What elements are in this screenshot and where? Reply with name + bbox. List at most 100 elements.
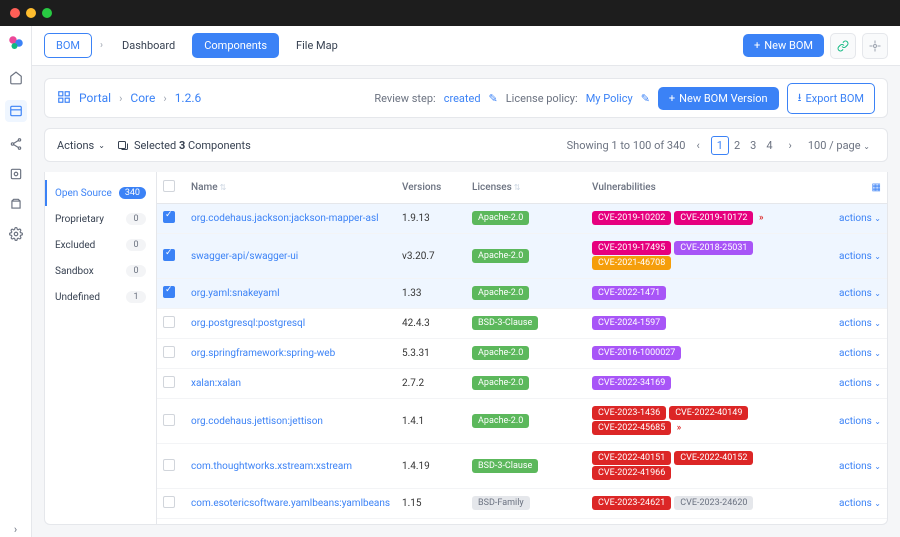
export-bom-button[interactable]: ⭳Export BOM: [787, 83, 875, 114]
col-vulnerabilities[interactable]: Vulnerabilities: [586, 172, 833, 204]
sidebar-proprietary[interactable]: Proprietary0: [45, 206, 156, 232]
row-checkbox[interactable]: [163, 316, 175, 328]
component-name[interactable]: org.codehaus.jettison:jettison: [185, 399, 396, 444]
license-policy-value[interactable]: My Policy: [586, 92, 633, 105]
table-row: com.squareup.okio:okio2.8.0Apache-2.0CVE…: [157, 519, 887, 525]
close-window-dot[interactable]: [10, 8, 20, 18]
minimize-window-dot[interactable]: [26, 8, 36, 18]
component-version: 1.33: [396, 279, 466, 309]
tab-dashboard[interactable]: Dashboard: [111, 34, 186, 57]
page-next[interactable]: ›: [784, 137, 797, 154]
app-logo: [7, 34, 25, 52]
row-checkbox[interactable]: [163, 211, 175, 223]
box-icon[interactable]: [8, 196, 24, 212]
table-row: org.codehaus.jettison:jettison1.4.1Apach…: [157, 399, 887, 444]
component-name[interactable]: com.squareup.okio:okio: [185, 519, 396, 525]
scan-icon[interactable]: [8, 166, 24, 182]
license-policy-label: License policy:: [506, 92, 578, 105]
component-vulns: CVE-2023-1436CVE-2022-40149CVE-2022-4568…: [586, 399, 833, 444]
sidebar-undefined[interactable]: Undefined1: [45, 284, 156, 310]
page-4[interactable]: 4: [761, 137, 777, 154]
row-checkbox[interactable]: [163, 414, 175, 426]
component-vulns: CVE-2022-34169: [586, 369, 833, 399]
component-name[interactable]: org.yaml:snakeyaml: [185, 279, 396, 309]
row-checkbox[interactable]: [163, 249, 175, 261]
component-name[interactable]: org.codehaus.jackson:jackson-mapper-asl: [185, 204, 396, 234]
toolbar: Actions⌄ Selected 3 Components Showing 1…: [44, 128, 888, 162]
col-name[interactable]: Name⇅: [185, 172, 396, 204]
page-prev[interactable]: ‹: [691, 137, 704, 154]
col-licenses[interactable]: Licenses⇅: [466, 172, 586, 204]
row-actions[interactable]: actions ⌄: [833, 369, 887, 399]
tab-filemap[interactable]: File Map: [285, 34, 349, 57]
sidebar-sandbox[interactable]: Sandbox0: [45, 258, 156, 284]
columns-config-icon[interactable]: ▦: [872, 182, 881, 193]
component-licenses: BSD-3-Clause: [466, 309, 586, 339]
collapse-icon[interactable]: ›: [8, 521, 24, 537]
sidebar-excluded[interactable]: Excluded0: [45, 232, 156, 258]
breadcrumb-portal[interactable]: Portal: [79, 91, 111, 105]
edit-review-icon[interactable]: ✎: [489, 92, 498, 105]
component-version: v3.20.7: [396, 234, 466, 279]
component-vulns: CVE-2023-3635: [586, 519, 833, 525]
component-name[interactable]: org.postgresql:postgresql: [185, 309, 396, 339]
row-actions[interactable]: actions ⌄: [833, 399, 887, 444]
page-1[interactable]: 1: [711, 136, 729, 155]
table-row: org.codehaus.jackson:jackson-mapper-asl1…: [157, 204, 887, 234]
table-row: swagger-api/swagger-uiv3.20.7Apache-2.0C…: [157, 234, 887, 279]
component-licenses: Apache-2.0: [466, 369, 586, 399]
settings-icon[interactable]: [8, 226, 24, 242]
row-checkbox[interactable]: [163, 286, 175, 298]
component-name[interactable]: xalan:xalan: [185, 369, 396, 399]
per-page-select[interactable]: 100 / page ⌄: [803, 137, 875, 154]
page-2[interactable]: 2: [729, 137, 745, 154]
review-step-label: Review step:: [374, 92, 435, 105]
row-checkbox[interactable]: [163, 459, 175, 471]
row-actions[interactable]: actions ⌄: [833, 309, 887, 339]
tab-components[interactable]: Components: [192, 33, 279, 58]
gear-icon[interactable]: [862, 33, 888, 59]
table-row: org.springframework:spring-web5.3.31Apac…: [157, 339, 887, 369]
col-versions[interactable]: Versions: [396, 172, 466, 204]
list-icon[interactable]: [5, 100, 27, 122]
maximize-window-dot[interactable]: [42, 8, 52, 18]
row-actions[interactable]: actions ⌄: [833, 519, 887, 525]
row-actions[interactable]: actions ⌄: [833, 204, 887, 234]
top-tabs: BOM › Dashboard Components File Map +New…: [32, 26, 900, 66]
select-all-checkbox[interactable]: [163, 180, 175, 192]
link-icon[interactable]: [830, 33, 856, 59]
component-licenses: Apache-2.0: [466, 519, 586, 525]
review-step-value[interactable]: created: [444, 92, 481, 105]
breadcrumb-core[interactable]: Core: [130, 91, 155, 105]
component-name[interactable]: swagger-api/swagger-ui: [185, 234, 396, 279]
tab-bom[interactable]: BOM: [44, 33, 92, 58]
component-licenses: BSD-Family: [466, 489, 586, 519]
table-row: org.yaml:snakeyaml1.33Apache-2.0CVE-2022…: [157, 279, 887, 309]
page-3[interactable]: 3: [745, 137, 761, 154]
row-actions[interactable]: actions ⌄: [833, 489, 887, 519]
row-actions[interactable]: actions ⌄: [833, 279, 887, 309]
row-checkbox[interactable]: [163, 346, 175, 358]
row-actions[interactable]: actions ⌄: [833, 339, 887, 369]
component-vulns: CVE-2019-17495CVE-2018-25031CVE-2021-467…: [586, 234, 833, 279]
row-checkbox[interactable]: [163, 496, 175, 508]
component-vulns: CVE-2019-10202CVE-2019-10172 »: [586, 204, 833, 234]
sidebar-open-source[interactable]: Open Source340: [45, 180, 156, 206]
component-version: 2.7.2: [396, 369, 466, 399]
component-version: 1.4.19: [396, 444, 466, 489]
row-checkbox[interactable]: [163, 376, 175, 388]
breadcrumb-version[interactable]: 1.2.6: [175, 91, 202, 105]
new-bom-button[interactable]: +New BOM: [743, 34, 824, 57]
row-actions[interactable]: actions ⌄: [833, 234, 887, 279]
edit-policy-icon[interactable]: ✎: [641, 92, 650, 105]
actions-dropdown[interactable]: Actions⌄: [57, 139, 105, 152]
share-icon[interactable]: [8, 136, 24, 152]
row-actions[interactable]: actions ⌄: [833, 444, 887, 489]
home-icon[interactable]: [8, 70, 24, 86]
component-name[interactable]: com.thoughtworks.xstream:xstream: [185, 444, 396, 489]
breadcrumb-bar: Portal › Core › 1.2.6 Review step: creat…: [44, 78, 888, 118]
new-bom-version-button[interactable]: +New BOM Version: [658, 87, 779, 110]
component-name[interactable]: org.springframework:spring-web: [185, 339, 396, 369]
component-name[interactable]: com.esotericsoftware.yamlbeans:yamlbeans: [185, 489, 396, 519]
component-licenses: Apache-2.0: [466, 234, 586, 279]
